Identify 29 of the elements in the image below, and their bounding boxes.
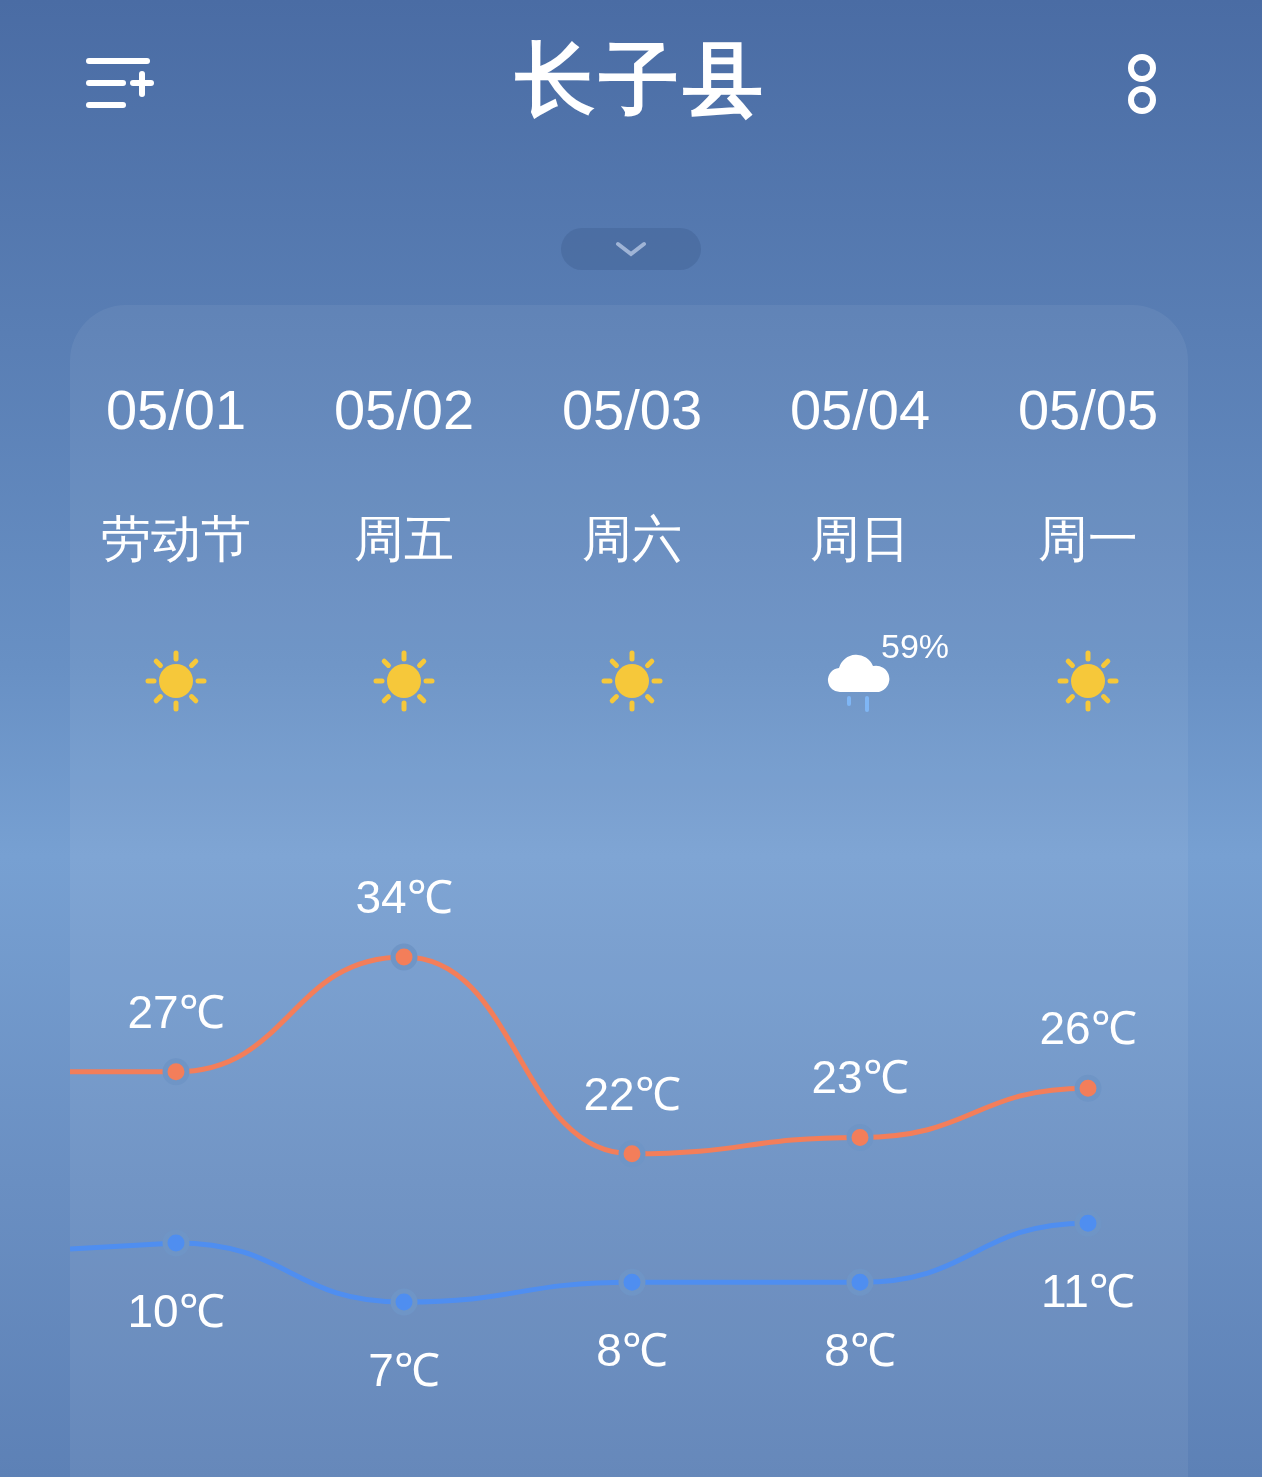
temperature-label: 11℃ xyxy=(1041,1265,1135,1318)
weekday-label: 周五 xyxy=(354,510,454,569)
precipitation-label: 59% xyxy=(881,629,950,663)
temperature-label: 7℃ xyxy=(368,1344,440,1396)
temperature-label: 26℃ xyxy=(1039,1002,1137,1055)
temperature-point xyxy=(390,943,418,971)
date-label: 05/05 xyxy=(1017,377,1159,443)
temperature-label: 34℃ xyxy=(355,871,453,923)
temperature-point xyxy=(390,1288,418,1316)
date-label: 05/03 xyxy=(561,377,703,443)
weekday-label: 劳动节 xyxy=(101,510,251,569)
chevron-down-icon xyxy=(615,241,647,257)
weekday-label: 周六 xyxy=(582,510,682,569)
date-label: 05/02 xyxy=(333,377,475,443)
city-title: 长子县 xyxy=(515,40,767,120)
weekday-label: 周日 xyxy=(810,510,910,569)
temperature-point xyxy=(1074,1074,1102,1102)
temperature-point xyxy=(846,1123,874,1151)
collapse-handle[interactable] xyxy=(561,228,701,270)
temperature-point xyxy=(162,1058,190,1086)
weekday-label: 周一 xyxy=(1038,510,1138,569)
date-label: 05/04 xyxy=(789,377,931,443)
date-label: 05/01 xyxy=(105,377,247,443)
temperature-label: 8℃ xyxy=(596,1324,668,1377)
temperature-label: 27℃ xyxy=(127,985,225,1038)
temperature-label: 8℃ xyxy=(824,1324,896,1377)
temperature-label: 23℃ xyxy=(811,1051,909,1104)
temperature-label: 10℃ xyxy=(127,1284,225,1337)
temperature-label: 22℃ xyxy=(583,1067,681,1120)
